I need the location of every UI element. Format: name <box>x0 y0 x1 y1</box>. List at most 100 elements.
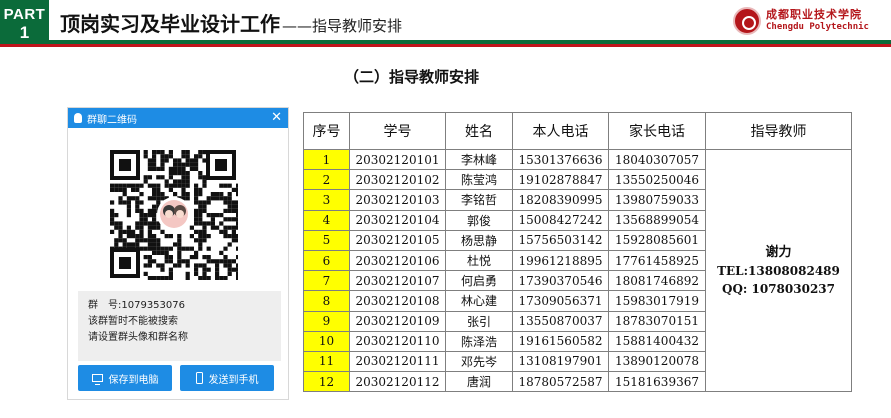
advisor-cell: 谢力 TEL:13808082489 QQ: 1078030237 <box>705 148 852 393</box>
cell-student-id: 20302120105 <box>349 229 446 251</box>
cell-name: 陈莹鸿 <box>445 169 513 191</box>
computer-icon <box>91 374 103 385</box>
slide: PART 1 顶岗实习及毕业设计工作 ——指导教师安排 成都职业技术学院 Che… <box>0 0 891 418</box>
qr-code-image <box>108 148 238 280</box>
cell-phone: 19961218895 <box>512 249 609 272</box>
cell-phone: 19161560582 <box>512 330 609 352</box>
logo-name-cn: 成都职业技术学院 <box>766 8 862 21</box>
part-badge: PART 1 <box>0 0 49 46</box>
send-to-phone-label: 发送到手机 <box>208 374 259 386</box>
group-hint-setup: 请设置群头像和群名称 <box>88 332 188 343</box>
cell-student-id: 20302120112 <box>349 371 446 393</box>
cell-parent-phone: 17761458925 <box>608 249 706 272</box>
cell-name: 何启勇 <box>445 270 513 292</box>
cell-phone: 15756503142 <box>512 229 609 251</box>
cell-parent-phone: 13890120078 <box>608 350 706 373</box>
cell-name: 张引 <box>445 310 513 332</box>
cell-name: 林心建 <box>445 290 513 312</box>
group-number: 群 号:1079353076 <box>88 300 185 311</box>
cell-phone: 19102878847 <box>512 169 609 191</box>
cell-name: 李林峰 <box>445 148 513 171</box>
cell-phone: 13108197901 <box>512 350 609 373</box>
qr-panel-title: 群聊二维码 <box>87 114 137 126</box>
cell-name: 杨思静 <box>445 229 513 251</box>
cell-seq: 12 <box>303 371 350 393</box>
part-number: 1 <box>19 23 30 42</box>
page-title: 顶岗实习及毕业设计工作 ——指导教师安排 <box>60 8 402 40</box>
cell-parent-phone: 15983017919 <box>608 290 706 312</box>
cell-name: 陈泽浩 <box>445 330 513 352</box>
phone-icon <box>195 372 203 384</box>
logo-name-en: Chengdu Polytechnic <box>766 22 869 32</box>
table-header-row: 序号 学号 姓名 本人电话 家长电话 指导教师 <box>303 112 852 150</box>
cell-phone: 18780572587 <box>512 371 609 393</box>
school-seal-icon <box>733 7 761 35</box>
cell-student-id: 20302120109 <box>349 310 446 332</box>
table-row: 1 20302120101 李林峰 15301376636 18040307057 谢力 T… <box>303 148 852 393</box>
cell-student-id: 20302120107 <box>349 270 446 292</box>
cell-parent-phone: 15881400432 <box>608 330 706 352</box>
cell-parent-phone: 18081746892 <box>608 270 706 292</box>
school-logo: 成都职业技术学院 Chengdu Polytechnic <box>733 6 888 36</box>
cell-phone: 15301376636 <box>512 148 609 171</box>
page-title-sub: ——指导教师安排 <box>282 17 403 35</box>
advisor-table: 序号 学号 姓名 本人电话 家长电话 指导教师 1 20302120101 李林峰 1… <box>303 112 852 393</box>
header-phone: 本人电话 <box>512 112 609 150</box>
cell-seq: 9 <box>303 310 350 332</box>
cell-parent-phone: 18783070151 <box>608 310 706 332</box>
advisor-qq: QQ: 1078030237 <box>721 281 835 296</box>
cell-name: 李铭哲 <box>445 189 513 211</box>
cell-parent-phone: 13568899054 <box>608 209 706 231</box>
cell-name: 杜悦 <box>445 249 513 272</box>
send-to-phone-button[interactable]: 发送到手机 <box>180 365 274 391</box>
cell-parent-phone: 15928085601 <box>608 229 706 251</box>
cell-phone: 17390370546 <box>512 270 609 292</box>
group-hint-search: 该群暂时不能被搜索 <box>88 316 178 327</box>
cell-seq: 11 <box>303 350 350 373</box>
cell-student-id: 20302120108 <box>349 290 446 312</box>
cell-seq: 8 <box>303 290 350 312</box>
cell-name: 邓先岑 <box>445 350 513 373</box>
close-icon[interactable]: ✕ <box>271 110 282 126</box>
advisor-tel: TEL:13808082489 <box>717 263 840 278</box>
cell-seq: 10 <box>303 330 350 352</box>
header-student-id: 学号 <box>349 112 446 150</box>
header-name: 姓名 <box>445 112 513 150</box>
advisor-name: 谢力 <box>765 244 792 260</box>
cell-seq: 7 <box>303 270 350 292</box>
cell-seq: 2 <box>303 169 350 191</box>
header-divider-red <box>0 44 891 47</box>
header-advisor: 指导教师 <box>705 112 852 150</box>
cell-parent-phone: 13550250046 <box>608 169 706 191</box>
cell-student-id: 20302120106 <box>349 249 446 272</box>
cell-seq: 3 <box>303 189 350 211</box>
bell-icon <box>74 113 82 123</box>
cell-name: 唐润 <box>445 371 513 393</box>
page-title-main: 顶岗实习及毕业设计工作 <box>60 12 280 36</box>
cell-student-id: 20302120103 <box>349 189 446 211</box>
cell-seq: 6 <box>303 249 350 272</box>
save-to-pc-button[interactable]: 保存到电脑 <box>78 365 172 391</box>
cell-parent-phone: 15181639367 <box>608 371 706 393</box>
cell-student-id: 20302120110 <box>349 330 446 352</box>
cell-phone: 15008427242 <box>512 209 609 231</box>
cell-student-id: 20302120111 <box>349 350 446 373</box>
cell-phone: 18208390995 <box>512 189 609 211</box>
cell-phone: 17309056371 <box>512 290 609 312</box>
cell-parent-phone: 13980759033 <box>608 189 706 211</box>
cell-student-id: 20302120101 <box>349 148 446 171</box>
cell-seq: 5 <box>303 229 350 251</box>
section-title: （二）指导教师安排 <box>344 68 480 86</box>
cell-parent-phone: 18040307057 <box>608 148 706 171</box>
cell-student-id: 20302120102 <box>349 169 446 191</box>
part-label: PART <box>3 6 46 23</box>
qr-code-panel: 群聊二维码 ✕ 群 号:1079353076 该群暂时不能被搜索 请设置群头像和… <box>67 107 289 400</box>
qr-group-info: 群 号:1079353076 该群暂时不能被搜索 请设置群头像和群名称 <box>78 291 281 361</box>
header-seq: 序号 <box>303 112 350 150</box>
qr-panel-titlebar: 群聊二维码 ✕ <box>68 108 288 128</box>
save-to-pc-label: 保存到电脑 <box>108 374 159 386</box>
cell-phone: 13550870037 <box>512 310 609 332</box>
cell-name: 郭俊 <box>445 209 513 231</box>
header-parent-phone: 家长电话 <box>608 112 706 150</box>
cell-student-id: 20302120104 <box>349 209 446 231</box>
